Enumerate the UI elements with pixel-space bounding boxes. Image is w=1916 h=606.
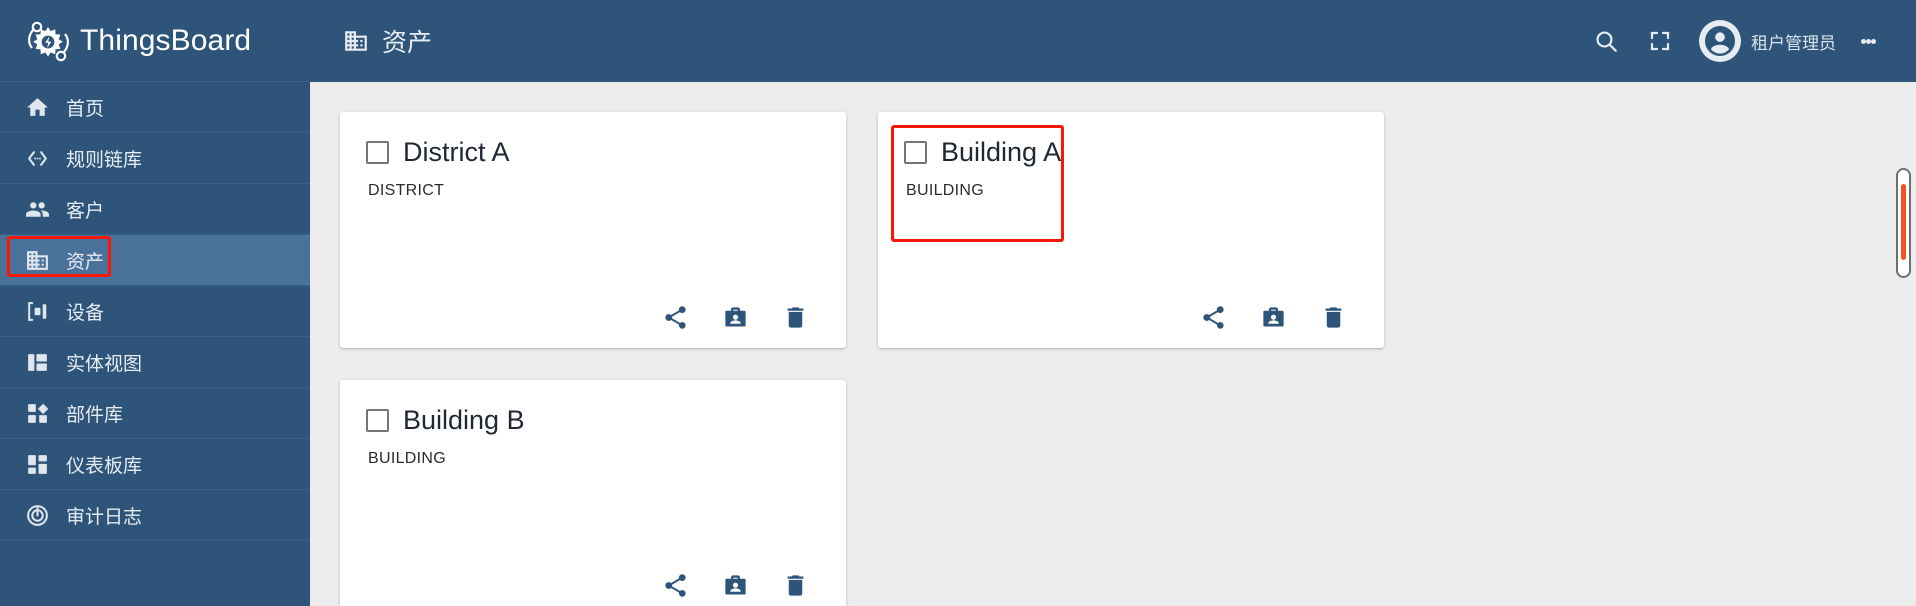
assign-to-customer-button[interactable] xyxy=(718,568,752,602)
card-action-bar xyxy=(366,300,820,334)
manage-relations-button[interactable] xyxy=(1196,300,1230,334)
sidebar-item-customers[interactable]: 客户 xyxy=(0,184,310,235)
toolbar-actions: 租户管理员 xyxy=(1579,14,1890,68)
search-button[interactable] xyxy=(1579,14,1633,68)
dashboards-icon xyxy=(22,449,52,479)
sidebar-item-label: 实体视图 xyxy=(66,353,143,375)
sidebar-item-devices[interactable]: 设备 xyxy=(0,286,310,337)
user-name-label: 租户管理员 xyxy=(1751,33,1836,53)
sidebar-item-label: 审计日志 xyxy=(66,506,143,528)
sidebar-item-label: 首页 xyxy=(66,98,105,120)
more-dot xyxy=(1865,38,1871,44)
delete-asset-button[interactable] xyxy=(778,568,812,602)
vertical-scrollbar-track[interactable] xyxy=(1895,168,1912,606)
share-icon xyxy=(662,304,689,331)
sidebar-item-label: 设备 xyxy=(66,302,105,324)
share-icon xyxy=(1200,304,1227,331)
asset-title: District A xyxy=(403,137,510,167)
fullscreen-icon xyxy=(1648,29,1672,53)
sidebar-item-entity-views[interactable]: 实体视图 xyxy=(0,337,310,388)
audit-log-icon xyxy=(22,500,52,530)
entity-view-icon xyxy=(22,347,52,377)
sidebar-item-rule-chains[interactable]: 规则链库 xyxy=(0,133,310,184)
sidebar: ThingsBoard 首页 规则链库 客户 资产 设备 实体视图 部件库 仪表… xyxy=(0,0,310,606)
vertical-scrollbar-thumb[interactable] xyxy=(1896,168,1911,278)
assets-content-area: District A DISTRICT Building A BUILDING … xyxy=(310,82,1916,606)
badge-icon xyxy=(722,572,749,599)
sidebar-item-assets[interactable]: 资产 xyxy=(0,235,310,286)
rule-chain-icon xyxy=(22,143,52,173)
more-dot xyxy=(1860,38,1866,44)
thingsboard-gear-logo-icon xyxy=(22,15,74,67)
delete-icon xyxy=(782,572,809,599)
card-header: Building B xyxy=(366,405,820,436)
sidebar-item-label: 仪表板库 xyxy=(66,455,143,477)
share-icon xyxy=(662,572,689,599)
delete-asset-button[interactable] xyxy=(1316,300,1350,334)
customers-icon xyxy=(22,194,52,224)
assign-to-customer-button[interactable] xyxy=(1256,300,1290,334)
asset-title: Building A xyxy=(941,137,1062,167)
sidebar-item-widgets-library[interactable]: 部件库 xyxy=(0,388,310,439)
sidebar-item-home[interactable]: 首页 xyxy=(0,82,310,133)
manage-relations-button[interactable] xyxy=(658,568,692,602)
scrollbar-thumb-fill xyxy=(1901,184,1906,260)
user-menu-button[interactable]: 租户管理员 xyxy=(1699,20,1836,62)
main-area: 资产 租户管理员 District A DISTRICT Building A … xyxy=(310,0,1916,606)
sidebar-item-label: 客户 xyxy=(66,200,105,222)
search-icon xyxy=(1593,28,1619,54)
devices-icon xyxy=(22,296,52,326)
thingsboard-app: ThingsBoard 首页 规则链库 客户 资产 设备 实体视图 部件库 仪表… xyxy=(0,0,1916,606)
select-asset-checkbox[interactable] xyxy=(366,141,389,165)
widgets-icon xyxy=(22,398,52,428)
sidebar-item-label: 规则链库 xyxy=(66,149,143,171)
badge-icon xyxy=(1260,304,1287,331)
sidebar-item-audit-log[interactable]: 审计日志 xyxy=(0,490,310,541)
card-header: District A xyxy=(366,137,820,168)
account-circle-icon xyxy=(1699,20,1741,62)
asset-type-label: DISTRICT xyxy=(368,181,445,199)
sidebar-item-label: 部件库 xyxy=(66,404,124,426)
fullscreen-button[interactable] xyxy=(1633,14,1687,68)
asset-card[interactable]: District A DISTRICT xyxy=(340,112,846,348)
card-spacer xyxy=(904,200,1358,300)
sidebar-item-label: 资产 xyxy=(66,251,105,273)
top-toolbar: 资产 租户管理员 xyxy=(310,0,1916,82)
delete-asset-button[interactable] xyxy=(778,300,812,334)
card-spacer xyxy=(366,468,820,568)
card-action-bar xyxy=(904,300,1358,334)
card-spacer xyxy=(366,200,820,300)
asset-card-grid: District A DISTRICT Building A BUILDING … xyxy=(340,112,1916,606)
more-vertical-icon[interactable] xyxy=(1846,16,1890,66)
assets-icon xyxy=(342,27,370,55)
delete-icon xyxy=(1320,304,1347,331)
sidebar-filler xyxy=(0,541,310,606)
select-asset-checkbox[interactable] xyxy=(904,141,927,165)
assign-to-customer-button[interactable] xyxy=(718,300,752,334)
asset-type-label: BUILDING xyxy=(368,449,446,467)
sidebar-brand-header[interactable]: ThingsBoard xyxy=(0,0,310,82)
more-dot xyxy=(1870,38,1876,44)
delete-icon xyxy=(782,304,809,331)
asset-title: Building B xyxy=(403,405,525,435)
manage-relations-button[interactable] xyxy=(658,300,692,334)
assets-icon xyxy=(22,245,52,275)
brand-name: ThingsBoard xyxy=(80,23,252,57)
sidebar-item-dashboards[interactable]: 仪表板库 xyxy=(0,439,310,490)
select-asset-checkbox[interactable] xyxy=(366,409,389,433)
asset-card[interactable]: Building B BUILDING xyxy=(340,380,846,606)
home-icon xyxy=(22,92,52,122)
card-action-bar xyxy=(366,568,820,602)
asset-type-label: BUILDING xyxy=(906,181,984,199)
sidebar-nav: 首页 规则链库 客户 资产 设备 实体视图 部件库 仪表板库 审计日志 xyxy=(0,82,310,606)
toolbar-title-group: 资产 xyxy=(342,23,432,59)
page-title: 资产 xyxy=(382,29,433,57)
card-header: Building A xyxy=(904,137,1358,168)
badge-icon xyxy=(722,304,749,331)
asset-card[interactable]: Building A BUILDING xyxy=(878,112,1384,348)
